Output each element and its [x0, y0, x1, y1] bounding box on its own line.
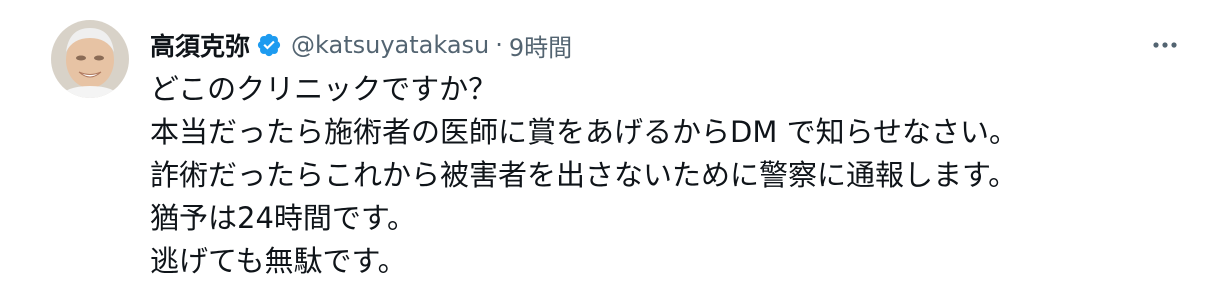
tweet-text-line: 逃げても無駄です。 [150, 244, 407, 278]
tweet[interactable]: 高須克弥 @katsuyatakasu · 9時間 どこのクリニックですか？ 本… [0, 0, 1209, 287]
tweet-text: どこのクリニックですか？ 本当だったら施術者の医師に賞をあげるからDM で知らせ… [150, 68, 1190, 283]
author-display-name[interactable]: 高須克弥 [150, 27, 250, 63]
more-options-button[interactable] [1145, 25, 1185, 65]
avatar[interactable] [51, 20, 129, 98]
tweet-text-line: 猶予は24時間です。 [150, 201, 417, 235]
tweet-text-line: 詐術だったらこれから被害者を出さないために警察に通報します。 [150, 158, 1018, 192]
more-horizontal-icon [1153, 42, 1177, 48]
timestamp[interactable]: 9時間 [509, 28, 572, 63]
tweet-text-line: 本当だったら施術者の医師に賞をあげるからDM で知らせなさい。 [150, 115, 1018, 149]
author-handle[interactable]: @katsuyatakasu [291, 31, 489, 59]
verified-badge-icon[interactable] [256, 32, 282, 58]
tweet-text-line: どこのクリニックですか？ [150, 72, 498, 106]
tweet-header: 高須克弥 @katsuyatakasu · 9時間 [150, 24, 572, 66]
avatar-image [51, 20, 129, 98]
separator-dot: · [495, 31, 503, 59]
